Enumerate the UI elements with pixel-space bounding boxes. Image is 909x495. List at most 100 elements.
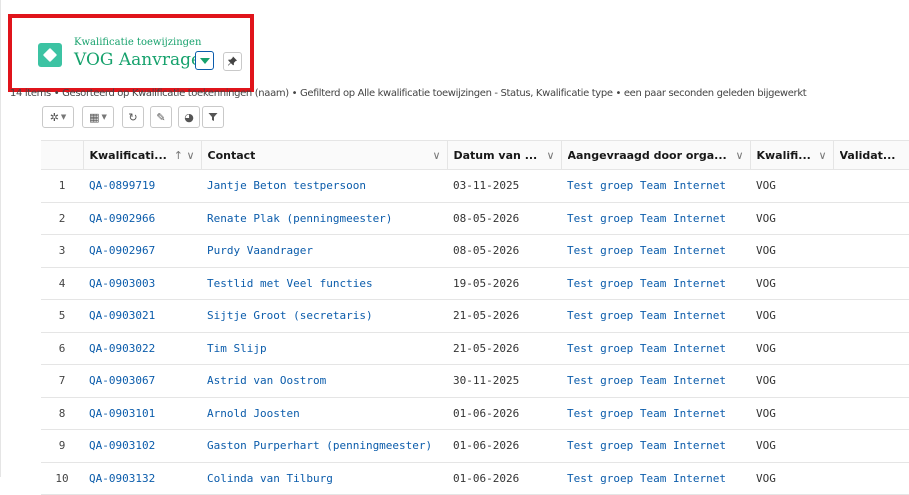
object-label: Kwalificatie toewijzingen <box>74 37 202 48</box>
date-cell: 08-05-2026 <box>447 202 561 235</box>
record-id-link[interactable]: QA-0903101 <box>83 397 201 430</box>
row-number: 9 <box>41 429 83 463</box>
pin-list-button[interactable] <box>223 52 242 71</box>
organisation-link[interactable]: Test groep Team Internet <box>561 234 750 268</box>
organisation-link[interactable]: Test groep Team Internet <box>561 429 750 463</box>
row-number-header <box>41 140 84 170</box>
contact-link[interactable]: Jantje Beton testpersoon <box>201 169 447 203</box>
validation-cell <box>833 169 909 203</box>
list-view-title[interactable]: VOG Aanvragen <box>74 50 212 70</box>
chevron-down-icon[interactable]: ∨ <box>546 149 554 162</box>
chevron-down-icon: ▼ <box>101 113 107 121</box>
row-number: 7 <box>41 364 83 398</box>
validation-cell <box>833 234 909 268</box>
validation-cell <box>833 332 909 365</box>
record-id-link[interactable]: QA-0902967 <box>83 234 201 268</box>
type-cell: VOG <box>750 364 833 398</box>
column-header-kwalificatie[interactable]: Kwalificati... ↑ ∨ <box>83 140 202 170</box>
date-cell: 03-11-2025 <box>447 169 561 203</box>
validation-cell <box>833 397 909 430</box>
type-cell: VOG <box>750 202 833 235</box>
chart-button[interactable]: ◕ <box>178 106 200 128</box>
refresh-button[interactable]: ↻ <box>122 106 144 128</box>
record-id-link[interactable]: QA-0903022 <box>83 332 201 365</box>
date-cell: 30-11-2025 <box>447 364 561 398</box>
row-number: 2 <box>41 202 83 235</box>
sort-arrow-icon: ↑ <box>173 148 183 162</box>
organisation-link[interactable]: Test groep Team Internet <box>561 267 750 300</box>
validation-cell <box>833 462 909 495</box>
object-icon <box>38 43 62 67</box>
table-row: 5 QA-0903021 Sijtje Groot (secretaris) 21-0… <box>41 299 909 333</box>
date-cell: 01-06-2026 <box>447 429 561 463</box>
chevron-down-icon <box>199 57 210 64</box>
chevron-down-icon[interactable]: ∨ <box>186 149 194 162</box>
validation-cell <box>833 267 909 300</box>
contact-link[interactable]: Tim Slijp <box>201 332 447 365</box>
settings-button[interactable]: ✲ ▼ <box>42 106 74 128</box>
contact-link[interactable]: Sijtje Groot (secretaris) <box>201 299 447 333</box>
row-number: 5 <box>41 299 83 333</box>
contact-link[interactable]: Renate Plak (penningmeester) <box>201 202 447 235</box>
contact-link[interactable]: Purdy Vaandrager <box>201 234 447 268</box>
date-cell: 01-06-2026 <box>447 462 561 495</box>
chevron-down-icon[interactable]: ∨ <box>818 149 826 162</box>
contact-link[interactable]: Astrid van Oostrom <box>201 364 447 398</box>
type-cell: VOG <box>750 429 833 463</box>
left-border <box>0 0 1 477</box>
list-view-dropdown-button[interactable] <box>195 51 214 70</box>
chevron-down-icon: ▼ <box>60 113 67 121</box>
record-id-link[interactable]: QA-0903132 <box>83 462 201 495</box>
record-id-link[interactable]: QA-0903021 <box>83 299 201 333</box>
display-as-button[interactable]: ▦ ▼ <box>82 106 114 128</box>
column-header-validatie[interactable]: Validat... <box>833 140 909 170</box>
chevron-down-icon[interactable]: ∨ <box>432 149 440 162</box>
column-header-aangevraagd[interactable]: Aangevraagd door orga... ∨ <box>561 140 751 170</box>
organisation-link[interactable]: Test groep Team Internet <box>561 397 750 430</box>
type-cell: VOG <box>750 332 833 365</box>
chart-icon: ◕ <box>184 110 194 124</box>
table-header-row: Kwalificati... ↑ ∨ Contact ∨ Datum van ...… <box>41 140 909 170</box>
date-cell: 19-05-2026 <box>447 267 561 300</box>
list-info-line: 14 items • Gesorteerd op Kwalificatie to… <box>10 88 807 99</box>
contact-link[interactable]: Testlid met Veel functies <box>201 267 447 300</box>
contact-link[interactable]: Gaston Purperhart (penningmeester) <box>201 429 447 463</box>
column-header-contact[interactable]: Contact ∨ <box>201 140 448 170</box>
organisation-link[interactable]: Test groep Team Internet <box>561 462 750 495</box>
chevron-down-icon[interactable]: ∨ <box>735 149 743 162</box>
contact-link[interactable]: Colinda van Tilburg <box>201 462 447 495</box>
table-row: 2 QA-0902966 Renate Plak (penningmeester) 0… <box>41 202 909 235</box>
type-cell: VOG <box>750 299 833 333</box>
edit-list-button[interactable]: ✎ <box>150 106 172 128</box>
gear-icon: ✲ <box>49 110 59 124</box>
record-id-link[interactable]: QA-0903102 <box>83 429 201 463</box>
organisation-link[interactable]: Test groep Team Internet <box>561 202 750 235</box>
validation-cell <box>833 299 909 333</box>
organisation-link[interactable]: Test groep Team Internet <box>561 364 750 398</box>
organisation-link[interactable]: Test groep Team Internet <box>561 332 750 365</box>
date-cell: 08-05-2026 <box>447 234 561 268</box>
type-cell: VOG <box>750 462 833 495</box>
refresh-icon: ↻ <box>128 110 138 124</box>
record-id-link[interactable]: QA-0899719 <box>83 169 201 203</box>
contact-link[interactable]: Arnold Joosten <box>201 397 447 430</box>
validation-cell <box>833 364 909 398</box>
filter-icon <box>208 113 218 121</box>
record-id-link[interactable]: QA-0903067 <box>83 364 201 398</box>
organisation-link[interactable]: Test groep Team Internet <box>561 299 750 333</box>
table-row: 4 QA-0903003 Testlid met Veel functies 19-0… <box>41 267 909 300</box>
column-header-kwalificatie-type[interactable]: Kwalifi... ∨ <box>750 140 834 170</box>
organisation-link[interactable]: Test groep Team Internet <box>561 169 750 203</box>
row-number: 6 <box>41 332 83 365</box>
date-cell: 21-05-2026 <box>447 299 561 333</box>
date-cell: 01-06-2026 <box>447 397 561 430</box>
row-number: 1 <box>41 169 83 203</box>
record-id-link[interactable]: QA-0903003 <box>83 267 201 300</box>
filter-button[interactable] <box>202 106 224 128</box>
record-id-link[interactable]: QA-0902966 <box>83 202 201 235</box>
table-row: 6 QA-0903022 Tim Slijp 21-05-2026 Test groep… <box>41 332 909 365</box>
row-number: 3 <box>41 234 83 268</box>
type-cell: VOG <box>750 267 833 300</box>
validation-cell <box>833 202 909 235</box>
column-header-datum[interactable]: Datum van ... ∨ <box>447 140 562 170</box>
